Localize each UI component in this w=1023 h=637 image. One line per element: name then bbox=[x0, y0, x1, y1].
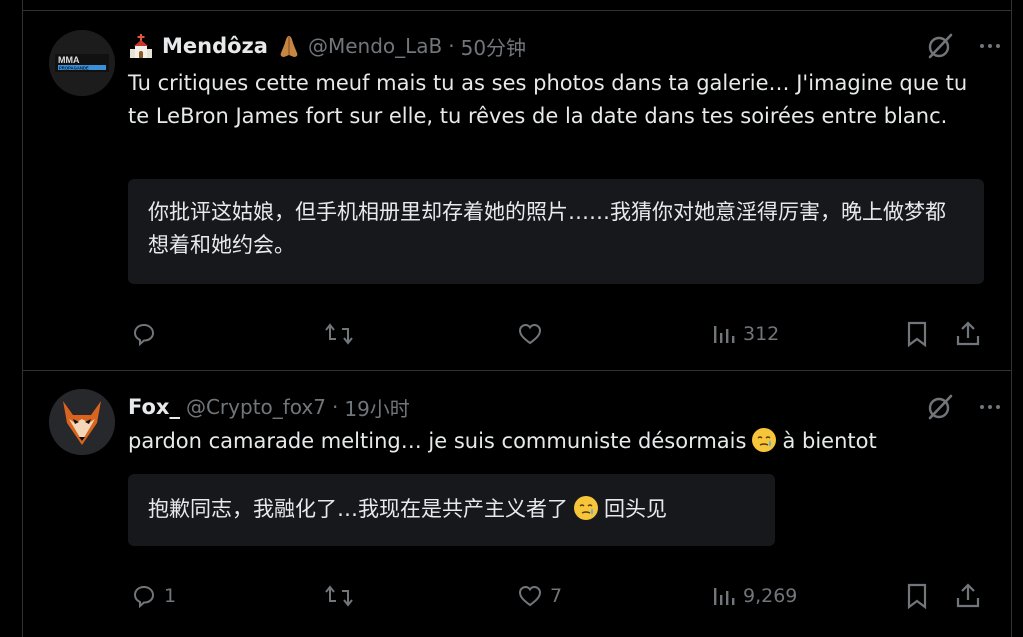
reply-button[interactable] bbox=[130, 320, 164, 348]
tweet-text-end: à bientot bbox=[782, 429, 877, 453]
share-button[interactable] bbox=[954, 320, 982, 348]
translation-box: 抱歉同志，我融化了…我现在是共产主义者了 回头见 bbox=[128, 474, 775, 546]
share-button[interactable] bbox=[954, 582, 982, 610]
grok-icon[interactable] bbox=[926, 32, 954, 60]
tweet-text-main: pardon camarade melting… je suis communi… bbox=[128, 429, 747, 453]
user-handle[interactable]: @Crypto_fox7 bbox=[186, 395, 326, 419]
separator-dot: · bbox=[332, 395, 339, 419]
view-count: 312 bbox=[743, 323, 780, 345]
tweet-text: Tu critiques cette meuf mais tu as ses p… bbox=[128, 71, 968, 128]
avatar-logo-subtext: PROPAGANDE bbox=[59, 65, 89, 70]
reply-count: 1 bbox=[164, 585, 177, 607]
tweet-header: Fox_ @Crypto_fox7 · 19小时 bbox=[128, 391, 1002, 423]
face-holding-back-tears-emoji-icon bbox=[752, 428, 777, 452]
translation-text-end: 回头见 bbox=[604, 497, 667, 521]
tweet-text: pardon camarade melting… je suis communi… bbox=[128, 425, 982, 458]
timestamp[interactable]: 19小时 bbox=[344, 393, 409, 422]
display-name[interactable]: Fox_ bbox=[128, 395, 180, 419]
share-icon bbox=[956, 583, 980, 608]
fox-avatar-icon bbox=[49, 389, 115, 455]
retweet-button[interactable] bbox=[323, 320, 361, 348]
like-icon bbox=[518, 585, 542, 607]
more-icon[interactable] bbox=[978, 395, 1002, 419]
views-button[interactable]: 312 bbox=[711, 321, 779, 347]
display-name[interactable]: Mendôza bbox=[162, 34, 268, 58]
like-button[interactable]: 7 bbox=[516, 582, 562, 610]
avatar-logo-text: MMA bbox=[58, 55, 80, 65]
bookmark-button[interactable] bbox=[904, 320, 930, 348]
bookmark-icon bbox=[907, 321, 927, 348]
more-icon[interactable] bbox=[978, 34, 1002, 58]
tweet[interactable]: Fox_ @Crypto_fox7 · 19小时 pardon camarade… bbox=[22, 371, 1012, 637]
like-count: 7 bbox=[550, 585, 563, 607]
share-icon bbox=[956, 321, 980, 346]
retweet-button[interactable] bbox=[323, 582, 361, 610]
retweet-icon bbox=[325, 585, 353, 607]
translation-box: 你批评这姑娘，但手机相册里却存着她的照片……我猜你对她意淫得厉害，晚上做梦都想着… bbox=[128, 179, 984, 284]
like-icon bbox=[518, 323, 542, 345]
tweet[interactable]: MMA PROPAGANDE Mendôza @Mendo_LaB · 50分钟 bbox=[22, 11, 1012, 371]
timestamp[interactable]: 50分钟 bbox=[461, 32, 526, 61]
folded-hands-emoji-icon bbox=[280, 36, 298, 57]
views-icon bbox=[714, 326, 735, 343]
header-actions bbox=[926, 32, 1002, 60]
translation-text: 你批评这姑娘，但手机相册里却存着她的照片……我猜你对她意淫得厉害，晚上做梦都想着… bbox=[148, 200, 946, 257]
action-bar: 1 7 9,269 bbox=[128, 581, 1012, 611]
mma-logo-icon: MMA PROPAGANDE bbox=[49, 30, 115, 96]
reply-button[interactable]: 1 bbox=[130, 582, 176, 610]
tweet-header: Mendôza @Mendo_LaB · 50分钟 bbox=[128, 30, 1002, 62]
retweet-icon bbox=[325, 323, 353, 345]
view-count: 9,269 bbox=[743, 585, 798, 607]
like-button[interactable] bbox=[516, 320, 550, 348]
user-handle[interactable]: @Mendo_LaB bbox=[308, 34, 442, 58]
action-bar: 312 bbox=[128, 319, 1012, 349]
face-holding-back-tears-emoji-icon bbox=[574, 496, 598, 520]
reply-icon bbox=[133, 323, 155, 347]
translation-text: 抱歉同志，我融化了…我现在是共产主义者了 bbox=[148, 497, 568, 521]
separator-dot: · bbox=[448, 34, 455, 58]
church-emoji-icon bbox=[130, 34, 152, 58]
avatar[interactable] bbox=[49, 389, 115, 455]
views-icon bbox=[714, 588, 735, 605]
header-actions bbox=[926, 393, 1002, 421]
avatar[interactable]: MMA PROPAGANDE bbox=[49, 30, 115, 96]
views-button[interactable]: 9,269 bbox=[711, 583, 797, 609]
bookmark-button[interactable] bbox=[904, 582, 930, 610]
reply-icon bbox=[133, 585, 155, 609]
grok-icon[interactable] bbox=[926, 393, 954, 421]
bookmark-icon bbox=[907, 583, 927, 610]
